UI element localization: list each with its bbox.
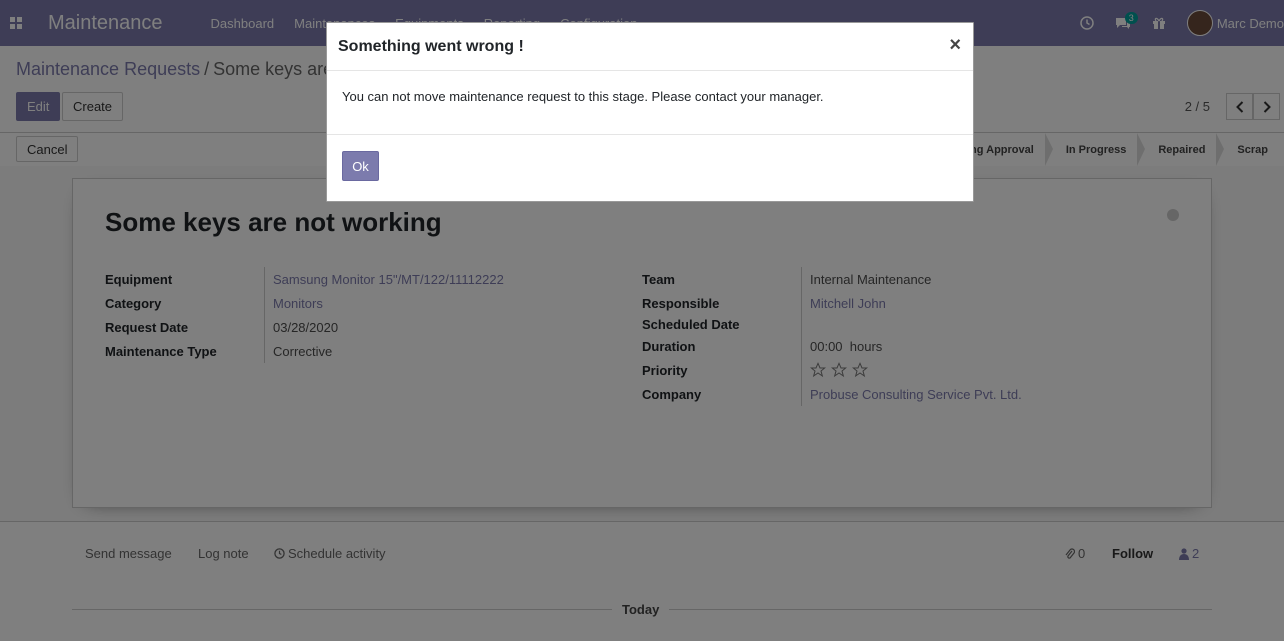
close-icon[interactable]: × [949, 34, 961, 57]
dialog-header: Something went wrong ! × [327, 23, 973, 71]
dialog-title: Something went wrong ! [338, 37, 524, 55]
dialog-footer: Ok [327, 135, 973, 197]
error-dialog: Something went wrong ! × You can not mov… [326, 22, 974, 202]
dialog-message: You can not move maintenance request to … [327, 71, 973, 135]
ok-button[interactable]: Ok [342, 151, 379, 181]
